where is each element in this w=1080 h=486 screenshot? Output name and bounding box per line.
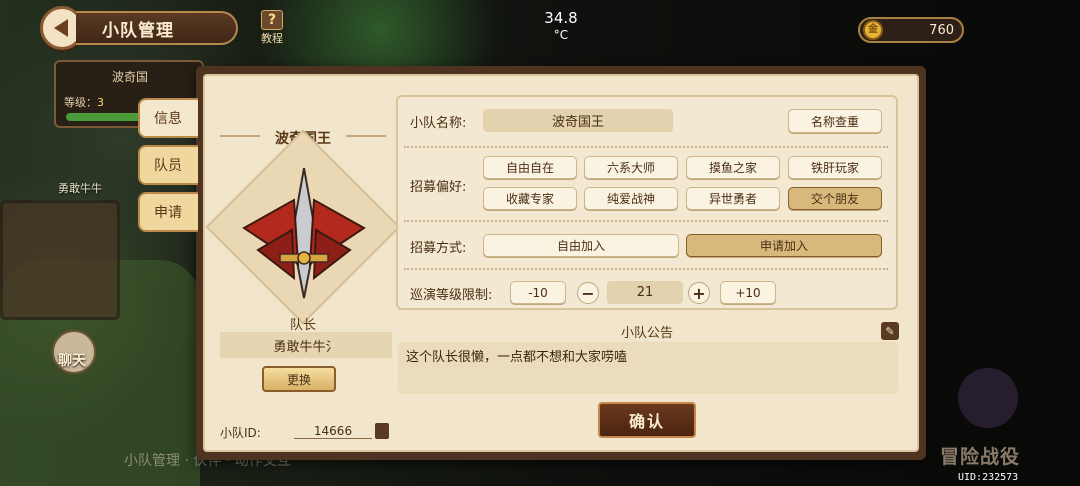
minus-icon[interactable]: −: [577, 282, 599, 304]
notice-text[interactable]: 这个队长很懒，一点都不想和大家唠嗑: [398, 342, 898, 394]
background-player-name: 勇敢牛牛: [58, 182, 102, 195]
pref-option[interactable]: 铁肝玩家: [788, 156, 882, 179]
method-free-join[interactable]: 自由加入: [483, 234, 679, 257]
temperature-value: 34.8: [544, 9, 578, 27]
pref-option[interactable]: 摸鱼之家: [686, 156, 780, 179]
back-arrow-icon: [53, 19, 68, 37]
row-divider: [404, 146, 888, 148]
background-level: 等级：3: [64, 94, 104, 110]
pref-option[interactable]: 异世勇者: [686, 187, 780, 210]
level-limit-value[interactable]: 21: [607, 281, 683, 304]
level-limit-label: 巡演等级限制:: [410, 288, 493, 303]
notice-title: 小队公告: [620, 326, 673, 341]
row-divider: [404, 268, 888, 270]
tab-members[interactable]: 队员: [138, 145, 198, 185]
name-check-button[interactable]: 名称查重: [788, 109, 882, 133]
background-level-value: 3: [97, 96, 104, 109]
level-plus10-button[interactable]: +10: [720, 281, 776, 304]
mascot-icon: [958, 368, 1018, 428]
background-exp-fill: [66, 113, 144, 121]
team-name-label: 小队名称:: [410, 116, 467, 131]
tab-applications[interactable]: 申请: [138, 192, 198, 232]
question-icon: ?: [261, 10, 283, 30]
copy-icon[interactable]: [375, 423, 389, 439]
pref-option[interactable]: 自由自在: [483, 156, 577, 179]
page-title: 小队管理: [76, 11, 238, 45]
temperature-unit: °C: [553, 28, 569, 42]
temperature-readout: 34.8 °C: [530, 10, 592, 44]
chat-label[interactable]: 聊天: [58, 350, 86, 370]
confirm-button[interactable]: 确认: [598, 402, 696, 438]
row-divider: [404, 220, 888, 222]
game-logo: 冒险战役: [936, 368, 1040, 468]
team-emblem-icon[interactable]: [224, 166, 384, 306]
game-logo-text: 冒险战役: [940, 446, 1021, 468]
recruit-preference-label: 招募偏好:: [410, 180, 467, 195]
team-id-value: 14666: [294, 424, 372, 439]
gold-amount: 760: [929, 22, 954, 38]
panel-tabs: 信息 队员 申请: [138, 98, 198, 239]
house-building: [0, 200, 120, 320]
edit-icon[interactable]: ✎: [881, 322, 899, 340]
recruit-method-label: 招募方式:: [410, 241, 467, 256]
user-id: UID:232573: [958, 472, 1019, 483]
pref-option[interactable]: 纯爱战神: [584, 187, 678, 210]
gold-coin-icon: 金: [863, 20, 883, 40]
level-minus10-button[interactable]: -10: [510, 281, 566, 304]
background-level-label: 等级：: [64, 96, 97, 109]
pref-option[interactable]: 六系大师: [584, 156, 678, 179]
tab-info[interactable]: 信息: [138, 98, 198, 138]
tutorial-button[interactable]: ? 教程: [256, 10, 288, 45]
tutorial-label: 教程: [261, 32, 283, 45]
gold-counter: 金 760: [858, 17, 964, 43]
team-name-input[interactable]: 波奇国王: [483, 109, 673, 132]
team-id-label: 小队ID:: [220, 426, 261, 440]
background-team-name: 波奇国: [112, 70, 149, 84]
leader-label: 队长: [289, 318, 316, 333]
pref-option[interactable]: 收藏专家: [483, 187, 577, 210]
leader-name: 勇敢牛牛氵: [220, 332, 392, 358]
method-apply-join[interactable]: 申请加入: [686, 234, 882, 257]
leader-column: 波奇国王 队长 勇敢牛牛氵 更换 小队ID: 14666: [205, 78, 401, 448]
change-leader-button[interactable]: 更换: [262, 366, 336, 392]
team-id-row: 小队ID: 14666: [220, 422, 390, 442]
pref-option-selected[interactable]: 交个朋友: [788, 187, 882, 210]
plus-icon[interactable]: +: [688, 282, 710, 304]
